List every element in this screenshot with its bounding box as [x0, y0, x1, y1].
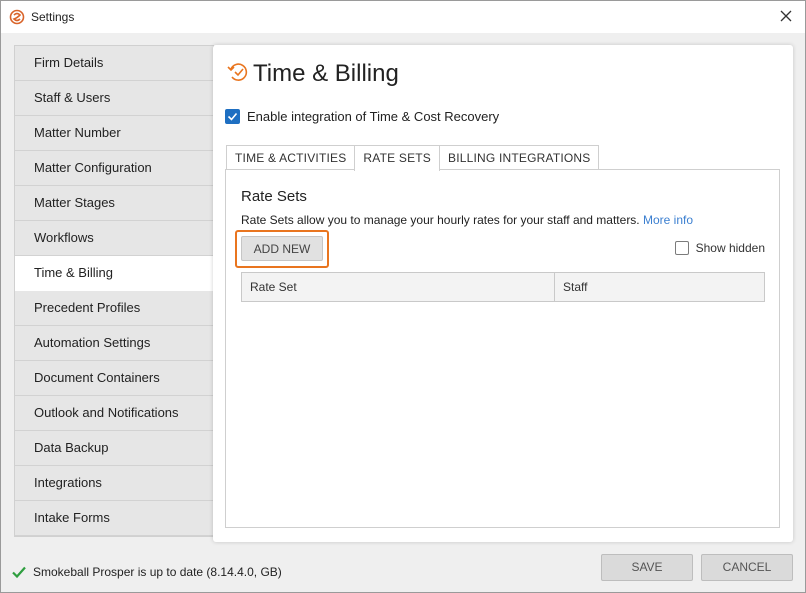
column-header-rate-set[interactable]: Rate Set	[242, 273, 555, 301]
add-new-button[interactable]: ADD NEW	[241, 236, 323, 261]
settings-panel: Time & Billing Enable integration of Tim…	[213, 45, 793, 542]
sidebar-item-matter-stages[interactable]: Matter Stages	[15, 186, 213, 221]
status-bar: Smokeball Prosper is up to date (8.14.4.…	[11, 564, 282, 580]
more-info-link[interactable]: More info	[643, 213, 693, 227]
settings-sidebar: Firm Details Staff & Users Matter Number…	[14, 45, 215, 537]
sidebar-item-integrations[interactable]: Integrations	[15, 466, 213, 501]
enable-integration-row[interactable]: Enable integration of Time & Cost Recove…	[225, 109, 499, 124]
sidebar-item-matter-number[interactable]: Matter Number	[15, 116, 213, 151]
sidebar-item-document-containers[interactable]: Document Containers	[15, 361, 213, 396]
title-bar: Settings	[1, 1, 805, 33]
tab-rate-sets[interactable]: RATE SETS	[354, 145, 441, 171]
sidebar-item-data-backup[interactable]: Data Backup	[15, 431, 213, 466]
sidebar-item-workflows[interactable]: Workflows	[15, 221, 213, 256]
update-status-text: Smokeball Prosper is up to date (8.14.4.…	[33, 565, 282, 579]
checkmark-icon	[12, 566, 26, 579]
cancel-button[interactable]: CANCEL	[701, 554, 793, 581]
save-button[interactable]: SAVE	[601, 554, 693, 581]
tab-bar: TIME & ACTIVITIES RATE SETS BILLING INTE…	[226, 145, 600, 171]
rate-sets-tab-content: Rate Sets Rate Sets allow you to manage …	[225, 169, 780, 528]
enable-integration-label: Enable integration of Time & Cost Recove…	[247, 109, 500, 124]
rate-sets-table-header: Rate Set Staff	[241, 272, 765, 302]
tab-billing-integrations[interactable]: BILLING INTEGRATIONS	[439, 145, 600, 170]
sidebar-item-automation-settings[interactable]: Automation Settings	[15, 326, 213, 361]
window-title: Settings	[31, 10, 75, 24]
sidebar-item-outlook-notifications[interactable]: Outlook and Notifications	[15, 396, 213, 431]
close-icon[interactable]	[777, 7, 795, 25]
time-billing-icon	[227, 63, 248, 81]
checkmark-icon	[227, 112, 238, 121]
sidebar-item-firm-details[interactable]: Firm Details	[15, 46, 213, 81]
show-hidden-checkbox[interactable]	[674, 241, 689, 255]
column-header-staff[interactable]: Staff	[555, 273, 764, 301]
rate-sets-description-row: Rate Sets allow you to manage your hourl…	[241, 213, 693, 227]
page-title: Time & Billing	[253, 60, 399, 87]
sidebar-item-time-billing[interactable]: Time & Billing	[15, 256, 215, 291]
show-hidden-label: Show hidden	[695, 241, 765, 255]
sidebar-item-intake-forms[interactable]: Intake Forms	[15, 501, 213, 536]
sidebar-item-staff-users[interactable]: Staff & Users	[15, 81, 213, 116]
sidebar-item-matter-configuration[interactable]: Matter Configuration	[15, 151, 213, 186]
sidebar-item-precedent-profiles[interactable]: Precedent Profiles	[15, 291, 213, 326]
tab-time-activities[interactable]: TIME & ACTIVITIES	[226, 145, 356, 170]
settings-window: Settings Firm Details Staff & Users Matt…	[0, 0, 806, 593]
smokeball-logo-icon	[9, 9, 25, 25]
rate-sets-description: Rate Sets allow you to manage your hourl…	[241, 213, 640, 227]
show-hidden-row[interactable]: Show hidden	[674, 241, 765, 255]
enable-integration-checkbox[interactable]	[225, 109, 240, 124]
rate-sets-heading: Rate Sets	[241, 188, 307, 205]
